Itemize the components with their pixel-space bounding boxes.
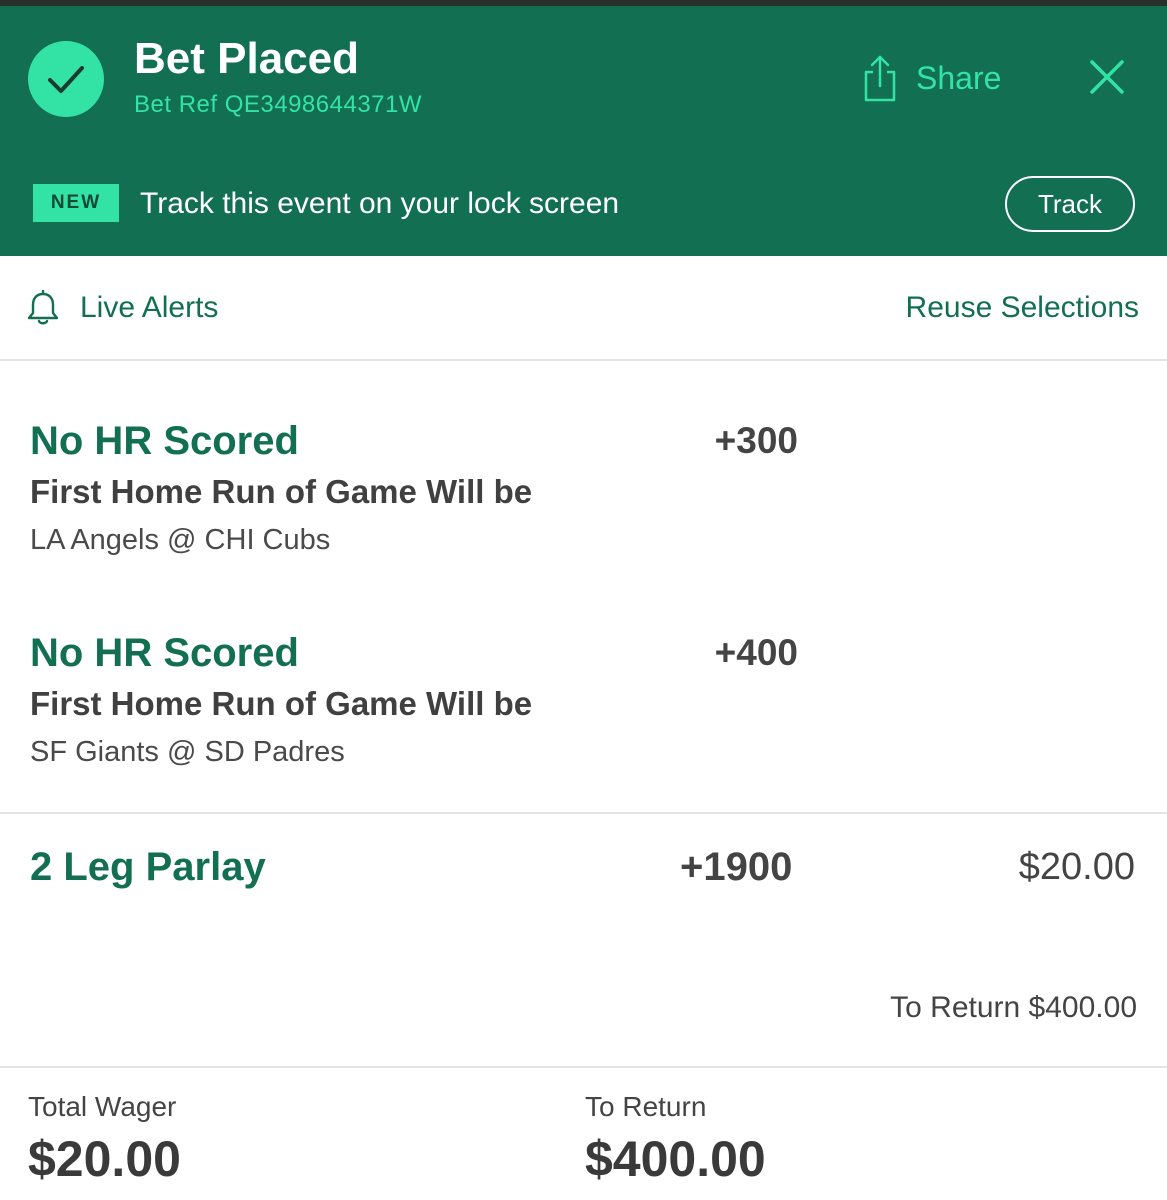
total-wager-value: $20.00: [28, 1131, 181, 1187]
share-label: Share: [916, 59, 1002, 96]
selection-market: First Home Run of Game Will be: [30, 685, 533, 722]
close-icon: [1090, 60, 1124, 94]
new-badge: NEW: [33, 184, 119, 222]
live-alerts-link[interactable]: Live Alerts: [80, 290, 218, 326]
parlay-label: 2 Leg Parlay: [30, 845, 266, 889]
parlay-to-return: To Return $400.00: [890, 991, 1137, 1024]
to-return-value: $400.00: [585, 1131, 766, 1187]
bet-reference: Bet Ref QE3498644371W: [134, 91, 423, 118]
bell-icon[interactable]: [26, 290, 60, 326]
selection-odds: +300: [714, 420, 798, 461]
selection-name: No HR Scored: [30, 419, 299, 463]
selection-odds: +400: [714, 632, 798, 673]
total-wager-label: Total Wager: [28, 1091, 177, 1122]
selection-event: SF Giants @ SD Padres: [30, 736, 345, 768]
reuse-selections-link[interactable]: Reuse Selections: [906, 290, 1139, 326]
page-title: Bet Placed: [134, 34, 359, 83]
share-icon: [864, 55, 896, 102]
selection-event: LA Angels @ CHI Cubs: [30, 524, 331, 556]
parlay-odds: +1900: [680, 845, 793, 889]
selection-name: No HR Scored: [30, 631, 299, 675]
share-button[interactable]: Share: [862, 54, 1001, 102]
track-button[interactable]: Track: [1005, 176, 1135, 232]
checkmark-circle-icon: [28, 41, 104, 117]
divider: [0, 812, 1167, 814]
selection-item: No HR Scored +300 First Home Run of Game…: [0, 418, 1167, 578]
selection-market: First Home Run of Game Will be: [30, 473, 533, 510]
alerts-bar: Live Alerts Reuse Selections: [0, 256, 1167, 361]
selection-item: No HR Scored +400 First Home Run of Game…: [0, 630, 1167, 790]
close-button[interactable]: [1086, 56, 1128, 98]
bet-placed-header: Bet Placed Bet Ref QE3498644371W Share N…: [0, 6, 1167, 256]
to-return-label: To Return: [585, 1091, 707, 1122]
divider: [0, 1066, 1167, 1068]
lock-screen-banner-text: Track this event on your lock screen: [140, 187, 620, 220]
parlay-stake: $20.00: [1018, 846, 1135, 888]
